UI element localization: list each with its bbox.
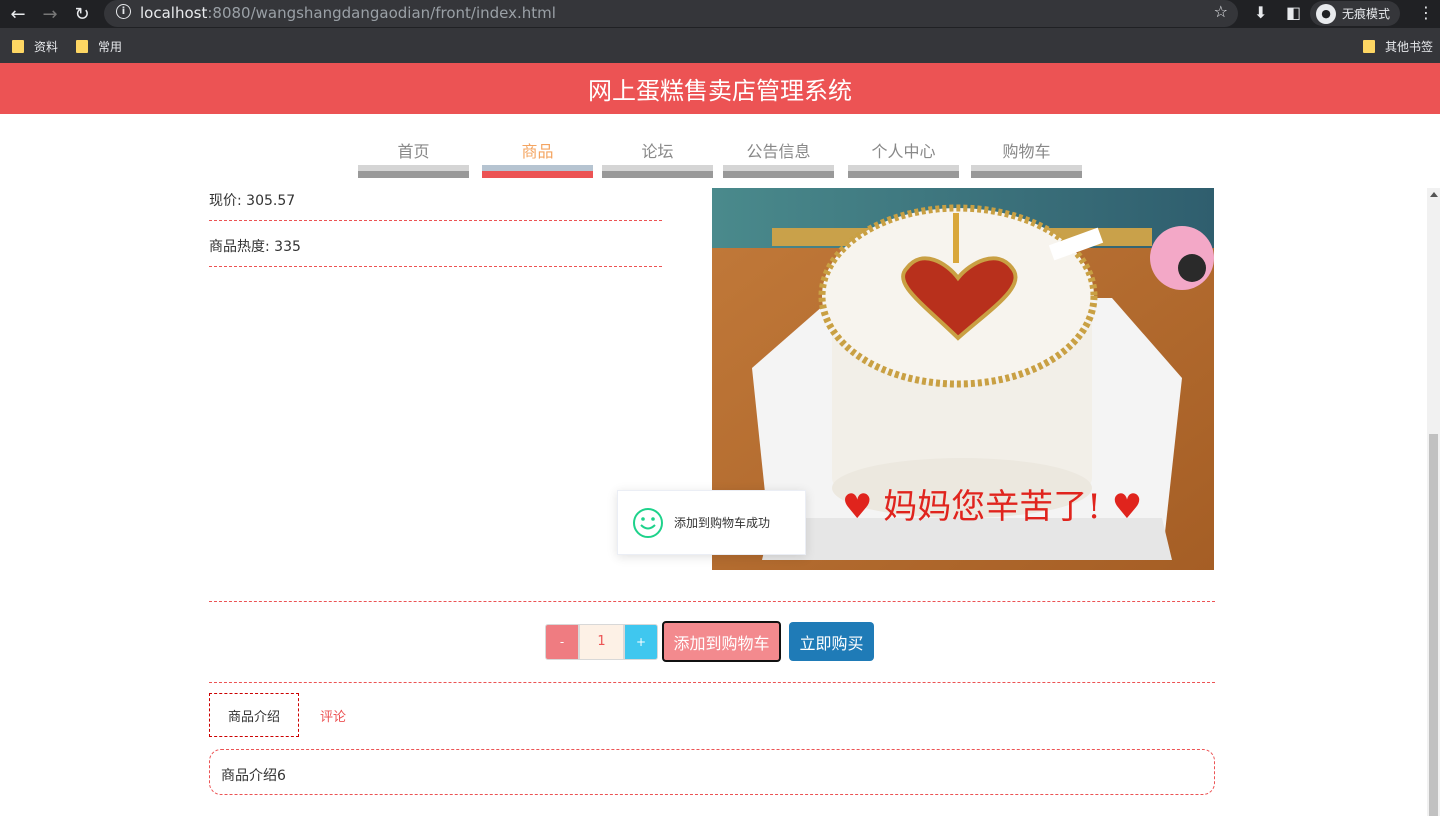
toast-message: 添加到购物车成功 bbox=[674, 516, 771, 530]
tab-product-intro[interactable]: 商品介绍 bbox=[209, 693, 299, 737]
nav-item-products[interactable]: 商品 bbox=[482, 114, 593, 178]
product-intro-content: 商品介绍6 bbox=[209, 749, 1215, 795]
nav-item-profile[interactable]: 个人中心 bbox=[848, 114, 959, 178]
site-header: 网上蛋糕售卖店管理系统 bbox=[0, 63, 1440, 114]
browser-toolbar: ← → ↻ i localhost:8080/wangshangdangaodi… bbox=[0, 0, 1440, 28]
url-path: :8080/wangshangdangaodian/front/index.ht… bbox=[207, 4, 556, 22]
forward-icon[interactable]: → bbox=[38, 2, 62, 26]
incognito-icon: ● bbox=[1316, 3, 1336, 24]
heat-text: 商品热度: 335 bbox=[209, 239, 301, 255]
bookmark-label: 其他书签 bbox=[1385, 40, 1434, 54]
nav-bar bbox=[971, 165, 1082, 178]
back-icon[interactable]: ← bbox=[6, 2, 30, 26]
folder-icon bbox=[1363, 40, 1375, 53]
bookmark-label: 资料 bbox=[34, 40, 59, 54]
success-toast: 添加到购物车成功 bbox=[617, 490, 806, 555]
reload-icon[interactable]: ↻ bbox=[70, 2, 94, 26]
scroll-thumb[interactable] bbox=[1429, 434, 1438, 816]
nav-label: 购物车 bbox=[1002, 142, 1051, 161]
menu-kebab-icon[interactable]: ⋮ bbox=[1418, 3, 1434, 22]
buy-now-button[interactable]: 立即购买 bbox=[789, 622, 874, 661]
incognito-badge[interactable]: ● 无痕模式 bbox=[1310, 1, 1401, 26]
nav-label: 商品 bbox=[521, 142, 554, 161]
nav-item-home[interactable]: 首页 bbox=[358, 114, 469, 178]
scroll-up-arrow-icon[interactable] bbox=[1430, 192, 1438, 197]
quantity-input[interactable]: 1 bbox=[579, 624, 624, 660]
price-text: 现价: 305.57 bbox=[209, 193, 296, 209]
nav-label: 个人中心 bbox=[871, 142, 936, 161]
bookmarks-bar: 资料 常用 其他书签 bbox=[0, 28, 1440, 63]
url-host: localhost bbox=[140, 4, 208, 22]
folder-icon bbox=[12, 40, 24, 53]
nav-bar bbox=[848, 165, 959, 178]
site-title: 网上蛋糕售卖店管理系统 bbox=[588, 77, 852, 105]
section-divider bbox=[209, 601, 1215, 602]
nav-item-forum[interactable]: 论坛 bbox=[602, 114, 713, 178]
quantity-increment-button[interactable]: + bbox=[624, 624, 658, 660]
nav-item-cart[interactable]: 购物车 bbox=[971, 114, 1082, 178]
other-bookmarks[interactable]: 其他书签 bbox=[1363, 38, 1433, 55]
tab-reviews[interactable]: 评论 bbox=[309, 693, 357, 737]
bookmark-label: 常用 bbox=[98, 40, 123, 54]
heat-row: 商品热度: 335 bbox=[209, 221, 662, 267]
nav-bar bbox=[723, 165, 834, 178]
address-bar[interactable]: i localhost:8080/wangshangdangaodian/fro… bbox=[104, 0, 1238, 27]
page-scrollbar[interactable] bbox=[1427, 188, 1440, 816]
nav-item-announcements[interactable]: 公告信息 bbox=[723, 114, 834, 178]
incognito-label: 无痕模式 bbox=[1342, 7, 1391, 21]
download-icon[interactable]: ⬇ bbox=[1254, 3, 1267, 22]
nav-label: 论坛 bbox=[641, 142, 674, 161]
quantity-decrement-button[interactable]: - bbox=[545, 624, 579, 660]
bookmark-star-icon[interactable]: ☆ bbox=[1214, 2, 1228, 21]
nav-label: 公告信息 bbox=[746, 142, 811, 161]
bookmark-folder-1[interactable]: 资料 bbox=[12, 38, 58, 55]
folder-icon bbox=[76, 40, 88, 53]
add-to-cart-button[interactable]: 添加到购物车 bbox=[662, 621, 781, 662]
price-row: 现价: 305.57 bbox=[209, 175, 662, 221]
side-panel-icon[interactable]: ◧ bbox=[1286, 3, 1301, 22]
nav-label: 首页 bbox=[397, 142, 430, 161]
smile-icon bbox=[633, 507, 663, 538]
svg-text:♥ 妈妈您辛苦了! ♥: ♥ 妈妈您辛苦了! ♥ bbox=[842, 487, 1142, 527]
site-info-icon[interactable]: i bbox=[116, 4, 131, 19]
bookmark-folder-2[interactable]: 常用 bbox=[76, 38, 122, 55]
url-text[interactable]: localhost:8080/wangshangdangaodian/front… bbox=[140, 4, 556, 22]
section-divider bbox=[209, 682, 1215, 683]
